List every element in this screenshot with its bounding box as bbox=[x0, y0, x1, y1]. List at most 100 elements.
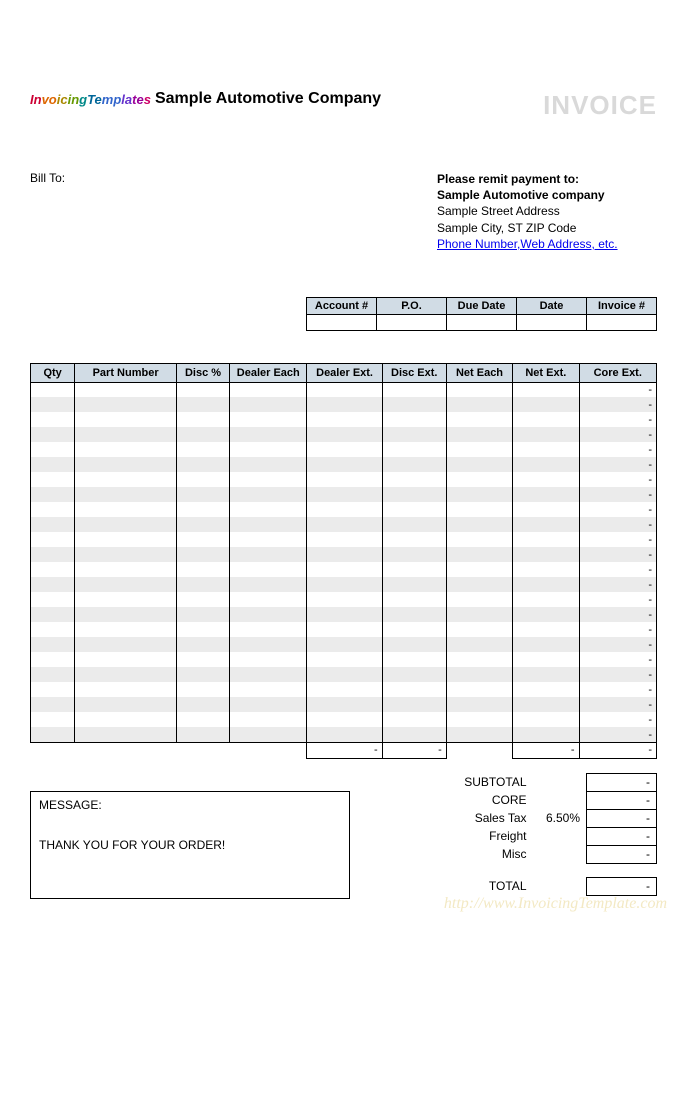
table-cell bbox=[513, 517, 579, 532]
table-cell bbox=[176, 487, 229, 502]
table-cell bbox=[176, 532, 229, 547]
table-cell bbox=[307, 577, 382, 592]
table-cell bbox=[75, 502, 177, 517]
table-row: - bbox=[31, 412, 657, 427]
table-cell bbox=[31, 457, 75, 472]
message-thankyou: THANK YOU FOR YOUR ORDER! bbox=[39, 838, 341, 852]
meta-col-duedate: Due Date bbox=[447, 297, 517, 314]
table-cell bbox=[230, 607, 307, 622]
remit-block: Please remit payment to: Sample Automoti… bbox=[437, 171, 657, 252]
table-row: - bbox=[31, 577, 657, 592]
table-row: - bbox=[31, 652, 657, 667]
table-cell bbox=[307, 442, 382, 457]
meta-col-invoice: Invoice # bbox=[587, 297, 657, 314]
table-cell bbox=[446, 517, 512, 532]
items-col-qty: Qty bbox=[31, 363, 75, 382]
table-cell bbox=[513, 697, 579, 712]
table-cell bbox=[31, 532, 75, 547]
table-cell bbox=[176, 412, 229, 427]
totals-freight-row: Freight - bbox=[423, 827, 657, 845]
items-col-dealer-each: Dealer Each bbox=[230, 363, 307, 382]
table-cell: - bbox=[579, 457, 656, 472]
table-row: - bbox=[31, 607, 657, 622]
table-cell bbox=[75, 682, 177, 697]
meta-val-duedate bbox=[447, 314, 517, 330]
table-row: - bbox=[31, 457, 657, 472]
table-cell: - bbox=[579, 727, 656, 742]
table-cell bbox=[230, 622, 307, 637]
table-cell bbox=[513, 682, 579, 697]
table-cell bbox=[75, 517, 177, 532]
table-cell bbox=[307, 592, 382, 607]
logo-icon: InvoicingTemplates bbox=[30, 92, 151, 107]
totals-total-row: TOTAL - bbox=[423, 877, 657, 895]
remit-company: Sample Automotive company bbox=[437, 187, 657, 203]
meta-header-row: Account # P.O. Due Date Date Invoice # bbox=[307, 297, 657, 314]
table-cell bbox=[31, 562, 75, 577]
table-cell bbox=[382, 592, 446, 607]
table-cell bbox=[31, 472, 75, 487]
table-cell bbox=[31, 682, 75, 697]
table-cell bbox=[513, 547, 579, 562]
table-cell bbox=[176, 577, 229, 592]
totals-tax-row: Sales Tax 6.50% - bbox=[423, 809, 657, 827]
table-cell bbox=[230, 427, 307, 442]
remit-contact-link[interactable]: Phone Number,Web Address, etc. bbox=[437, 237, 618, 251]
table-cell: - bbox=[579, 427, 656, 442]
table-row: - bbox=[31, 562, 657, 577]
meta-val-invoice bbox=[587, 314, 657, 330]
table-cell bbox=[307, 502, 382, 517]
table-cell bbox=[75, 592, 177, 607]
table-cell: - bbox=[579, 607, 656, 622]
table-row: - bbox=[31, 382, 657, 397]
table-cell bbox=[230, 547, 307, 562]
table-cell bbox=[382, 412, 446, 427]
table-cell bbox=[446, 607, 512, 622]
table-cell bbox=[307, 637, 382, 652]
table-cell bbox=[446, 667, 512, 682]
table-cell bbox=[513, 412, 579, 427]
table-cell bbox=[446, 697, 512, 712]
billto-remit-row: Bill To: Please remit payment to: Sample… bbox=[30, 171, 657, 252]
table-cell bbox=[513, 532, 579, 547]
remit-heading: Please remit payment to: bbox=[437, 171, 657, 187]
table-cell bbox=[31, 412, 75, 427]
remit-city: Sample City, ST ZIP Code bbox=[437, 220, 657, 236]
core-label: CORE bbox=[423, 791, 533, 809]
table-cell bbox=[75, 457, 177, 472]
table-cell bbox=[230, 397, 307, 412]
table-cell bbox=[513, 397, 579, 412]
table-cell bbox=[382, 622, 446, 637]
meta-value-row bbox=[307, 314, 657, 330]
total-label: TOTAL bbox=[423, 877, 533, 895]
table-cell bbox=[230, 652, 307, 667]
table-cell bbox=[31, 502, 75, 517]
items-body: ------------------------ bbox=[31, 382, 657, 742]
table-cell bbox=[382, 712, 446, 727]
table-cell: - bbox=[579, 652, 656, 667]
meta-val-po bbox=[377, 314, 447, 330]
totals-subtotal-row: SUBTOTAL - bbox=[423, 773, 657, 791]
table-cell bbox=[75, 607, 177, 622]
table-cell bbox=[31, 637, 75, 652]
table-cell bbox=[382, 517, 446, 532]
table-cell bbox=[513, 427, 579, 442]
table-cell: - bbox=[579, 682, 656, 697]
table-cell: - bbox=[579, 532, 656, 547]
table-cell bbox=[307, 382, 382, 397]
table-row: - bbox=[31, 397, 657, 412]
logo-block: InvoicingTemplates Sample Automotive Com… bbox=[30, 90, 381, 108]
table-cell bbox=[31, 427, 75, 442]
table-cell bbox=[513, 667, 579, 682]
table-cell bbox=[230, 712, 307, 727]
table-cell bbox=[31, 622, 75, 637]
table-cell bbox=[513, 382, 579, 397]
table-cell bbox=[176, 592, 229, 607]
table-cell bbox=[31, 712, 75, 727]
freight-label: Freight bbox=[423, 827, 533, 845]
table-cell bbox=[230, 682, 307, 697]
table-cell bbox=[75, 667, 177, 682]
table-row: - bbox=[31, 547, 657, 562]
table-row: - bbox=[31, 427, 657, 442]
table-cell bbox=[307, 727, 382, 742]
